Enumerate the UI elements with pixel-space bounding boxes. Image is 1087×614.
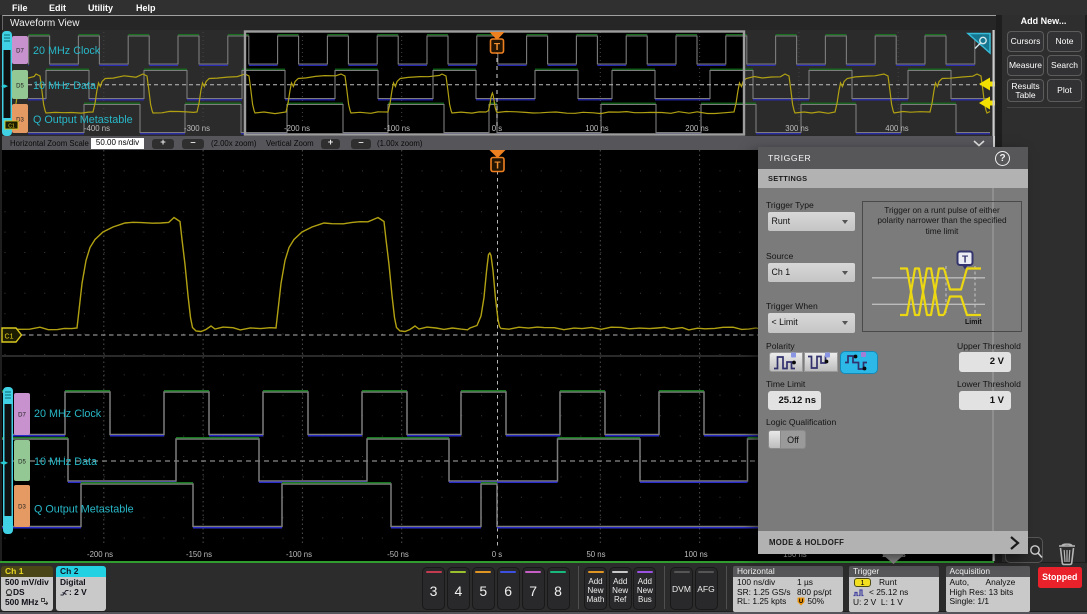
svg-text:-400 ns: -400 ns (84, 124, 110, 133)
svg-text:D3: D3 (18, 505, 26, 511)
svg-text:◂▸: ◂▸ (0, 458, 8, 467)
svg-text:10 MHz Data: 10 MHz Data (33, 80, 96, 92)
svg-text:50 ns: 50 ns (586, 550, 605, 559)
svg-text:20 MHz Clock: 20 MHz Clock (33, 45, 101, 57)
svg-text:-100 ns: -100 ns (286, 550, 312, 559)
svg-text:100 ns: 100 ns (684, 550, 708, 559)
svg-text:D5: D5 (16, 84, 24, 90)
svg-text:Q Output Metastable: Q Output Metastable (33, 114, 133, 126)
svg-text:-200 ns: -200 ns (284, 124, 310, 133)
svg-text:10 MHz Data: 10 MHz Data (34, 456, 97, 468)
svg-text:200 ns: 200 ns (685, 124, 709, 133)
svg-text:0 s: 0 s (492, 124, 503, 133)
svg-text:-300 ns: -300 ns (184, 124, 210, 133)
svg-text:D7: D7 (18, 413, 26, 419)
svg-text:300 ns: 300 ns (785, 124, 809, 133)
svg-text:◂▸: ◂▸ (1, 83, 9, 90)
svg-text:C1: C1 (5, 334, 14, 341)
svg-text:C1: C1 (8, 123, 15, 129)
svg-text:T: T (494, 161, 500, 172)
svg-text:T: T (962, 255, 968, 266)
svg-text:-150 ns: -150 ns (186, 550, 212, 559)
svg-text:100 ns: 100 ns (585, 124, 609, 133)
svg-text:20 MHz Clock: 20 MHz Clock (34, 408, 102, 420)
svg-text:400 ns: 400 ns (885, 124, 909, 133)
svg-text:-50 ns: -50 ns (387, 550, 409, 559)
svg-text:0 s: 0 s (492, 550, 503, 559)
svg-text:Q Output Metastable: Q Output Metastable (34, 504, 134, 516)
svg-text:D7: D7 (16, 49, 24, 55)
svg-text:-200 ns: -200 ns (87, 550, 113, 559)
svg-text:D5: D5 (18, 460, 26, 466)
svg-text:-100 ns: -100 ns (384, 124, 410, 133)
svg-text:Limit: Limit (965, 319, 982, 326)
svg-text:U: U (799, 599, 803, 605)
svg-text:T: T (494, 42, 500, 53)
